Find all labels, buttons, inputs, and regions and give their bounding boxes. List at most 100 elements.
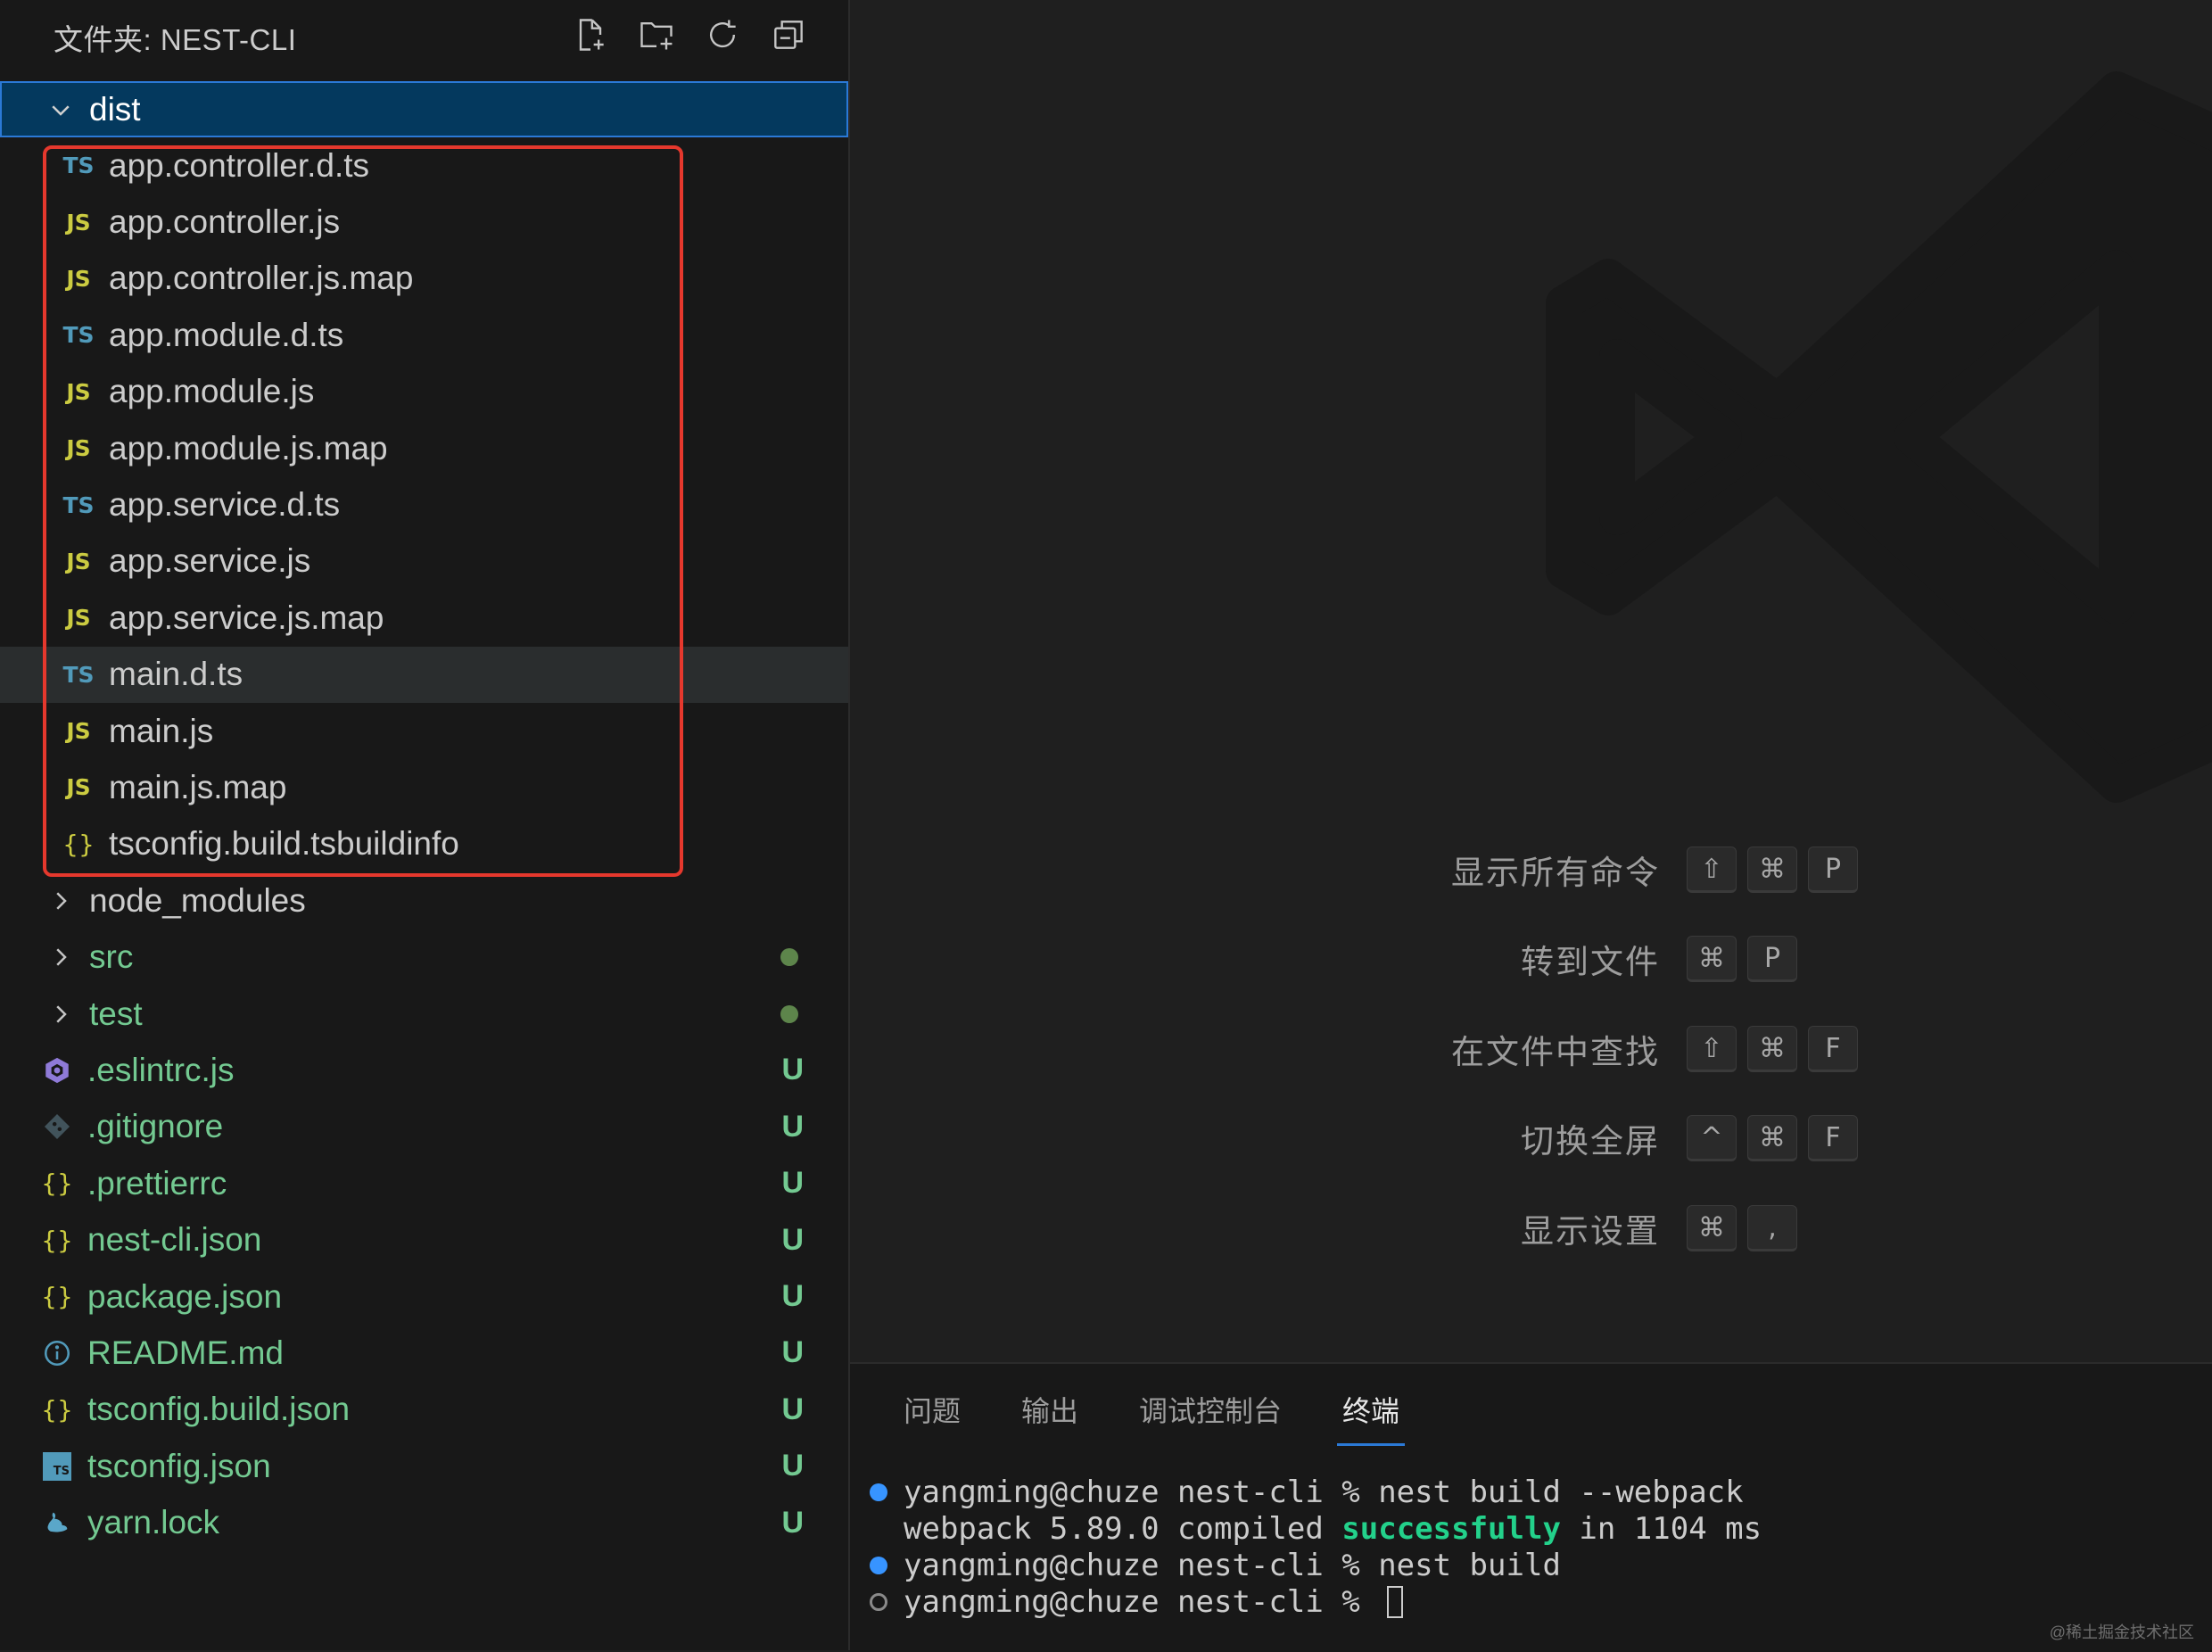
javascript-icon: JS (66, 774, 91, 801)
chevron-right-icon (43, 883, 78, 919)
folder-node-modules[interactable]: node_modules (0, 872, 848, 929)
key-command: ⌘ (1747, 1115, 1797, 1161)
folder-dist[interactable]: dist (0, 81, 848, 137)
file-item[interactable]: JS app.controller.js (0, 194, 848, 250)
javascript-icon: JS (66, 718, 91, 745)
yarn-icon (37, 1507, 77, 1538)
file-item[interactable]: {} tsconfig.build.json U (0, 1382, 848, 1438)
git-untracked-badge: U (781, 1505, 804, 1540)
file-item[interactable]: JS app.module.js (0, 364, 848, 420)
key-command: ⌘ (1687, 1205, 1737, 1251)
shortcut-toggle-fullscreen: 切换全屏 ^ ⌘ F (1339, 1111, 1869, 1165)
chevron-down-icon (43, 92, 78, 128)
file-item[interactable]: TS app.module.d.ts (0, 307, 848, 363)
file-name: README.md (87, 1334, 284, 1371)
file-name: app.controller.d.ts (109, 146, 370, 184)
shortcut-label: 显示设置 (1521, 1213, 1660, 1250)
file-item[interactable]: .gitignore U (0, 1099, 848, 1155)
info-icon (37, 1338, 77, 1368)
file-name: .prettierrc (87, 1164, 227, 1202)
file-item[interactable]: JS main.js.map (0, 759, 848, 815)
git-untracked-badge: U (781, 1449, 804, 1483)
file-name: app.module.js (109, 373, 315, 410)
typescript-icon: TS (62, 491, 95, 518)
folder-src[interactable]: src (0, 929, 848, 985)
file-item[interactable]: {} package.json U (0, 1268, 848, 1325)
file-item[interactable]: {} .prettierrc U (0, 1155, 848, 1211)
key-command: ⌘ (1687, 936, 1737, 982)
terminal-text: in 1104 ms (1560, 1510, 1762, 1547)
file-name: app.controller.js.map (109, 260, 414, 297)
file-item[interactable]: TS main.d.ts (0, 646, 848, 703)
tab-debug-console[interactable]: 调试控制台 (1139, 1389, 1282, 1446)
javascript-icon: JS (66, 605, 91, 632)
git-untracked-badge: U (781, 1166, 804, 1201)
file-item[interactable]: {} nest-cli.json U (0, 1211, 848, 1268)
folder-label: src (89, 938, 134, 976)
new-file-button[interactable] (570, 12, 611, 57)
file-item[interactable]: README.md U (0, 1325, 848, 1381)
shortcut-label: 在文件中查找 (1451, 1034, 1660, 1070)
file-item[interactable]: .eslintrc.js U (0, 1042, 848, 1098)
vscode-logo-icon (1546, 71, 2212, 803)
file-item[interactable]: TS tsconfig.json U (0, 1438, 848, 1494)
typescript-icon: TS (62, 153, 95, 179)
shortcut-find-in-files: 在文件中查找 ⇧ ⌘ F (1339, 1022, 1869, 1076)
file-item[interactable]: JS main.js (0, 703, 848, 759)
file-item[interactable]: JS app.controller.js.map (0, 251, 848, 307)
editor-area: 显示所有命令 ⇧ ⌘ P 转到文件 ⌘ P 在文件中查找 ⇧ ⌘ F 切换全屏 … (850, 0, 2212, 1362)
git-untracked-badge: U (781, 1222, 804, 1257)
folder-test[interactable]: test (0, 986, 848, 1042)
terminal[interactable]: yangming@chuze nest-cli % nest build --w… (868, 1474, 1762, 1620)
folder-label: dist (89, 90, 141, 128)
javascript-icon: JS (66, 378, 91, 405)
terminal-line: yangming@chuze nest-cli % nest build (868, 1547, 1762, 1583)
file-name: .gitignore (87, 1108, 224, 1145)
tab-terminal[interactable]: 终端 (1337, 1389, 1406, 1446)
git-untracked-badge: U (781, 1279, 804, 1313)
key-p: P (1808, 847, 1858, 893)
shortcut-label: 显示所有命令 (1451, 855, 1660, 891)
file-name: nest-cli.json (87, 1221, 262, 1259)
file-item[interactable]: {} tsconfig.build.tsbuildinfo (0, 816, 848, 872)
tab-output[interactable]: 输出 (1021, 1389, 1078, 1446)
file-item[interactable]: JS app.module.js.map (0, 420, 848, 476)
key-shift: ⇧ (1687, 1026, 1737, 1072)
file-item[interactable]: yarn.lock U (0, 1494, 848, 1550)
explorer-header: 文件夹: NEST-CLI (0, 0, 848, 75)
key-comma: , (1747, 1205, 1797, 1251)
refresh-icon (710, 20, 736, 48)
file-item[interactable]: TS app.controller.d.ts (0, 137, 848, 194)
file-name: app.service.d.ts (109, 486, 341, 524)
file-name: app.service.js.map (109, 599, 384, 636)
terminal-cursor (1387, 1585, 1404, 1618)
new-folder-icon (640, 21, 673, 50)
file-item[interactable]: TS app.service.d.ts (0, 476, 848, 533)
panel-tabs: 问题 输出 调试控制台 终端 (904, 1389, 1406, 1446)
key-command: ⌘ (1747, 1026, 1797, 1072)
collapse-all-button[interactable] (768, 12, 809, 57)
new-folder-button[interactable] (636, 12, 677, 57)
file-name: yarn.lock (87, 1504, 220, 1541)
file-item[interactable]: JS app.service.js.map (0, 590, 848, 646)
refresh-button[interactable] (702, 12, 743, 57)
tab-problems[interactable]: 问题 (904, 1389, 961, 1446)
terminal-text: yangming@chuze nest-cli % nest build --w… (904, 1474, 1744, 1510)
folder-label: test (89, 995, 143, 1032)
tsconfig-box: TS (43, 1451, 71, 1481)
key-command: ⌘ (1747, 847, 1797, 893)
key-shift: ⇧ (1687, 847, 1737, 893)
file-tree: dist TS app.controller.d.ts JS app.contr… (0, 81, 848, 1551)
typescript-icon: TS (62, 322, 95, 349)
command-pending-dot-icon (868, 1592, 904, 1611)
git-untracked-badge: U (781, 1053, 804, 1087)
javascript-icon: JS (66, 209, 91, 235)
file-item[interactable]: JS app.service.js (0, 533, 848, 590)
file-name: tsconfig.build.tsbuildinfo (109, 825, 459, 863)
file-name: main.js (109, 712, 214, 749)
file-name: .eslintrc.js (87, 1051, 235, 1088)
file-name: app.module.js.map (109, 429, 388, 467)
key-p: P (1747, 936, 1797, 982)
terminal-line: yangming@chuze nest-cli % nest build --w… (868, 1474, 1762, 1510)
chevron-right-icon (43, 996, 78, 1032)
